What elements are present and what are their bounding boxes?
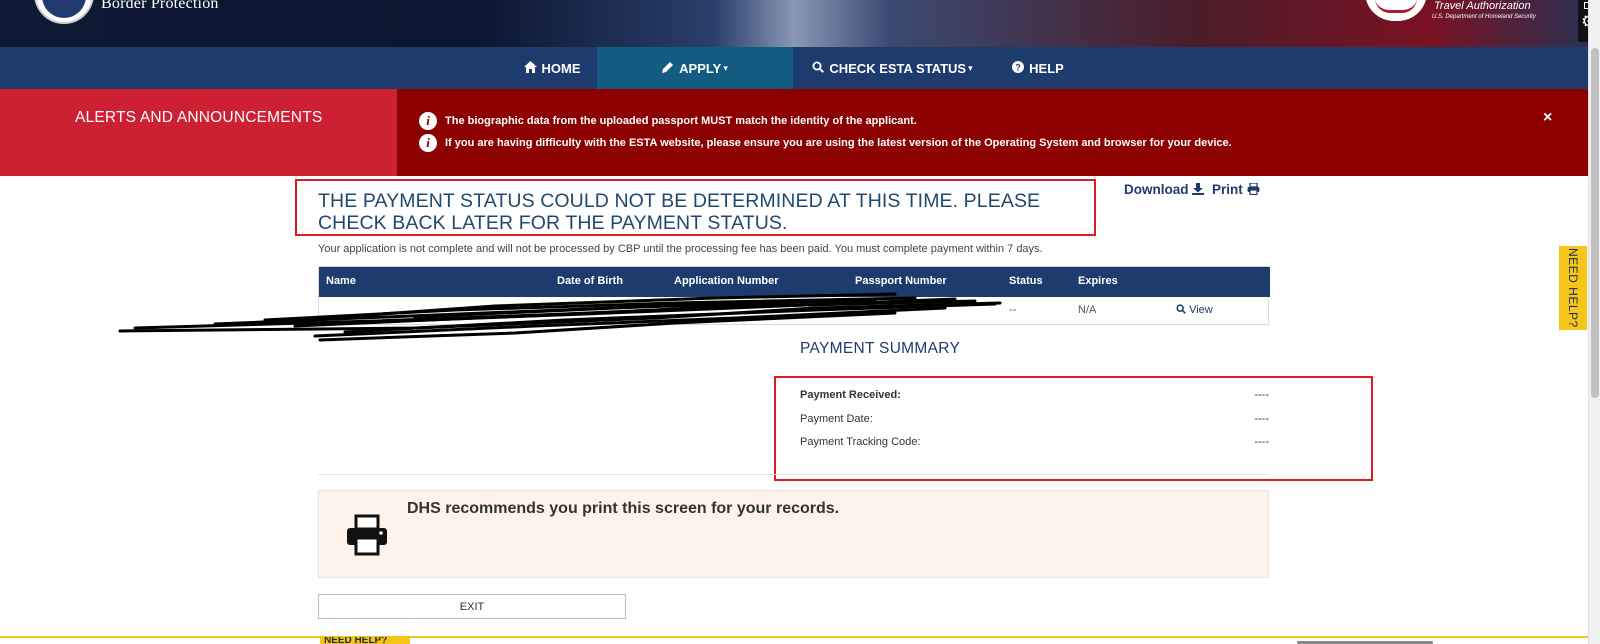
esta-logo-tagline: Travel Authorization: [1434, 0, 1531, 12]
download-label: Download: [1124, 182, 1189, 197]
main-nav: HOME APPLY ▾ CHECK ESTA STATUS ▾ ? HELP: [0, 47, 1588, 89]
page-title: THE PAYMENT STATUS COULD NOT BE DETERMIN…: [318, 190, 1041, 234]
payment-tracking-code-value: ----: [1254, 436, 1269, 448]
alerts-title-panel: ALERTS AND ANNOUNCEMENTS: [0, 89, 397, 176]
view-application-link[interactable]: View: [1176, 304, 1213, 316]
chevron-down-icon: ▾: [968, 62, 973, 73]
alerts-banner: ALERTS AND ANNOUNCEMENTS i The biographi…: [0, 89, 1588, 176]
exit-button[interactable]: EXIT: [318, 594, 626, 619]
esta-logo: Travel Authorization U.S. Department of …: [1365, 0, 1543, 25]
download-icon: [1192, 182, 1205, 197]
header-banner: Border Protection Travel Authorization U…: [0, 0, 1588, 47]
print-button[interactable]: Print: [1212, 182, 1260, 197]
chevron-down-icon: ▾: [723, 62, 728, 73]
alert-message-text: If you are having difficulty with the ES…: [445, 137, 1232, 149]
payment-summary-title: PAYMENT SUMMARY: [800, 340, 961, 357]
search-icon: [1176, 304, 1189, 316]
esta-swoosh-icon: [1365, 0, 1427, 21]
application-note: Your application is not complete and wil…: [318, 243, 1043, 255]
view-label: View: [1189, 304, 1213, 316]
column-header-expires: Expires: [1078, 275, 1118, 287]
info-icon: i: [419, 112, 437, 130]
pencil-icon: [662, 61, 674, 76]
print-recommendation-text: DHS recommends you print this screen for…: [407, 500, 840, 517]
print-icon: [1247, 182, 1260, 197]
payment-date-label: Payment Date:: [800, 413, 873, 425]
nav-apply[interactable]: APPLY ▾: [597, 47, 793, 89]
table-header: Name Date of Birth Application Number Pa…: [319, 267, 1270, 297]
column-header-passport-number: Passport Number: [855, 275, 947, 287]
nav-home[interactable]: HOME: [513, 47, 591, 89]
alerts-title: ALERTS AND ANNOUNCEMENTS: [75, 109, 323, 126]
need-help-side-label: NEED HELP?: [1566, 248, 1580, 328]
alert-message: i If you are having difficulty with the …: [419, 134, 1232, 152]
need-help-bottom-tab[interactable]: NEED HELP?: [320, 637, 410, 644]
expires-cell: N/A: [1078, 304, 1097, 316]
agency-name: Border Protection: [101, 0, 219, 12]
svg-text:?: ?: [1015, 62, 1021, 72]
nav-apply-label: APPLY: [679, 60, 722, 76]
question-circle-icon: ?: [1012, 60, 1025, 76]
section-divider: [318, 474, 1269, 475]
esta-logo-subline: U.S. Department of Homeland Security: [1432, 14, 1536, 20]
dhs-seal-logo: [34, 0, 94, 24]
close-icon[interactable]: ×: [1543, 109, 1552, 127]
need-help-side-tab[interactable]: NEED HELP?: [1559, 246, 1587, 330]
home-icon: [523, 60, 537, 76]
payment-date-value: ----: [1254, 413, 1269, 425]
nav-help-label: HELP: [1029, 60, 1064, 76]
application-table: Name Date of Birth Application Number Pa…: [318, 266, 1270, 325]
scrollbar-thumb[interactable]: [1591, 48, 1599, 398]
print-recommendation-panel: DHS recommends you print this screen for…: [318, 490, 1269, 578]
column-header-status: Status: [1009, 275, 1043, 287]
column-header-dob: Date of Birth: [557, 275, 623, 287]
nav-check-esta-status[interactable]: CHECK ESTA STATUS ▾: [812, 47, 973, 89]
nav-check-esta-status-label: CHECK ESTA STATUS: [829, 60, 967, 76]
column-header-application-number: Application Number: [674, 275, 779, 287]
status-cell: --: [1009, 304, 1017, 316]
payment-received-label: Payment Received:: [800, 389, 901, 401]
print-label: Print: [1212, 182, 1243, 197]
payment-tracking-code-label: Payment Tracking Code:: [800, 436, 921, 448]
nav-help[interactable]: ? HELP: [1012, 47, 1064, 89]
column-header-name: Name: [326, 275, 356, 287]
alert-message: i The biographic data from the uploaded …: [419, 112, 917, 130]
download-button[interactable]: Download: [1124, 182, 1205, 197]
alert-message-text: The biographic data from the uploaded pa…: [445, 115, 917, 127]
search-icon: [812, 61, 825, 76]
nav-home-label: HOME: [541, 60, 581, 76]
info-icon: i: [419, 134, 437, 152]
payment-received-value: ----: [1254, 389, 1269, 401]
printer-icon: [346, 514, 388, 556]
page-scrollbar[interactable]: [1588, 0, 1600, 644]
